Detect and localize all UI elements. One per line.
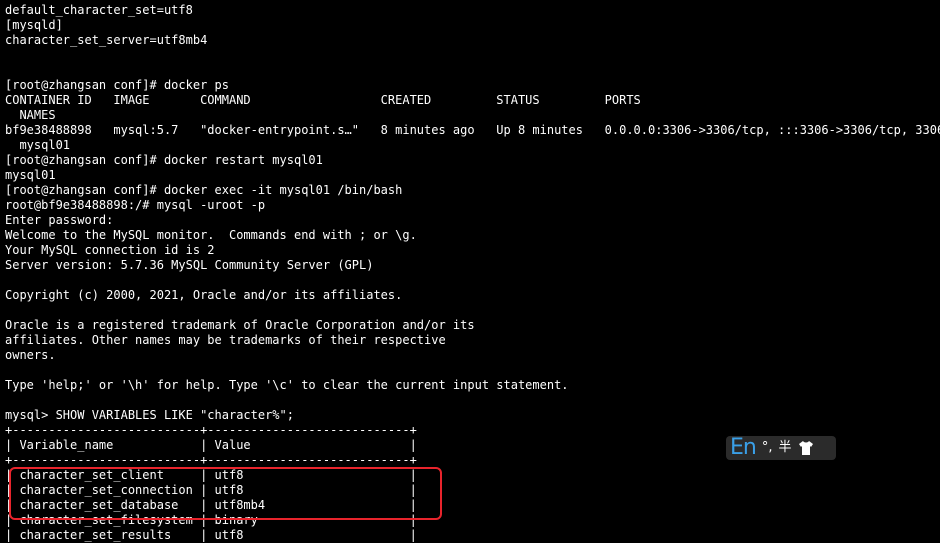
- terminal-line: Welcome to the MySQL monitor. Commands e…: [5, 228, 417, 242]
- terminal-line: affiliates. Other names may be trademark…: [5, 333, 446, 347]
- terminal-line: Your MySQL connection id is 2: [5, 243, 215, 257]
- table-row: | character_set_client | utf8 |: [5, 468, 417, 482]
- ime-language-toggle[interactable]: En: [730, 436, 757, 460]
- terminal-line: [mysqld]: [5, 18, 63, 32]
- ime-punctuation-toggle[interactable]: °,: [762, 436, 773, 460]
- table-row: | character_set_database | utf8mb4 |: [5, 498, 417, 512]
- terminal-line: owners.: [5, 348, 56, 362]
- table-row: | character_set_connection | utf8 |: [5, 483, 417, 497]
- tshirt-icon[interactable]: [798, 440, 814, 456]
- terminal-line: mysql01: [5, 168, 56, 182]
- terminal-line: Copyright (c) 2000, 2021, Oracle and/or …: [5, 288, 403, 302]
- terminal-line: Enter password:: [5, 213, 114, 227]
- terminal-line: [root@zhangsan conf]# docker restart mys…: [5, 153, 323, 167]
- terminal-line: [root@zhangsan conf]# docker exec -it my…: [5, 183, 403, 197]
- terminal-line: mysql> SHOW VARIABLES LIKE "character%";: [5, 408, 294, 422]
- terminal-line: bf9e38488898 mysql:5.7 "docker-entrypoin…: [5, 123, 940, 137]
- ime-toolbar[interactable]: En °, 半: [726, 436, 836, 460]
- terminal-line: CONTAINER ID IMAGE COMMAND CREATED STATU…: [5, 93, 641, 107]
- terminal-output[interactable]: default_character_set=utf8 [mysqld] char…: [5, 3, 940, 543]
- terminal-line: root@bf9e38488898:/# mysql -uroot -p: [5, 198, 266, 212]
- terminal-line: Oracle is a registered trademark of Orac…: [5, 318, 475, 332]
- terminal-line: character_set_server=utf8mb4: [5, 33, 208, 47]
- ime-width-toggle[interactable]: 半: [778, 436, 791, 460]
- terminal-line: NAMES: [5, 108, 56, 122]
- terminal-line: [root@zhangsan conf]# docker ps: [5, 78, 229, 92]
- terminal-line: Type 'help;' or '\h' for help. Type '\c'…: [5, 378, 569, 392]
- table-row: | character_set_results | utf8 |: [5, 528, 417, 542]
- terminal-line: default_character_set=utf8: [5, 3, 193, 17]
- terminal-line: mysql01: [5, 138, 71, 152]
- terminal-line: Server version: 5.7.36 MySQL Community S…: [5, 258, 374, 272]
- table-row: | character_set_filesystem | binary |: [5, 513, 417, 527]
